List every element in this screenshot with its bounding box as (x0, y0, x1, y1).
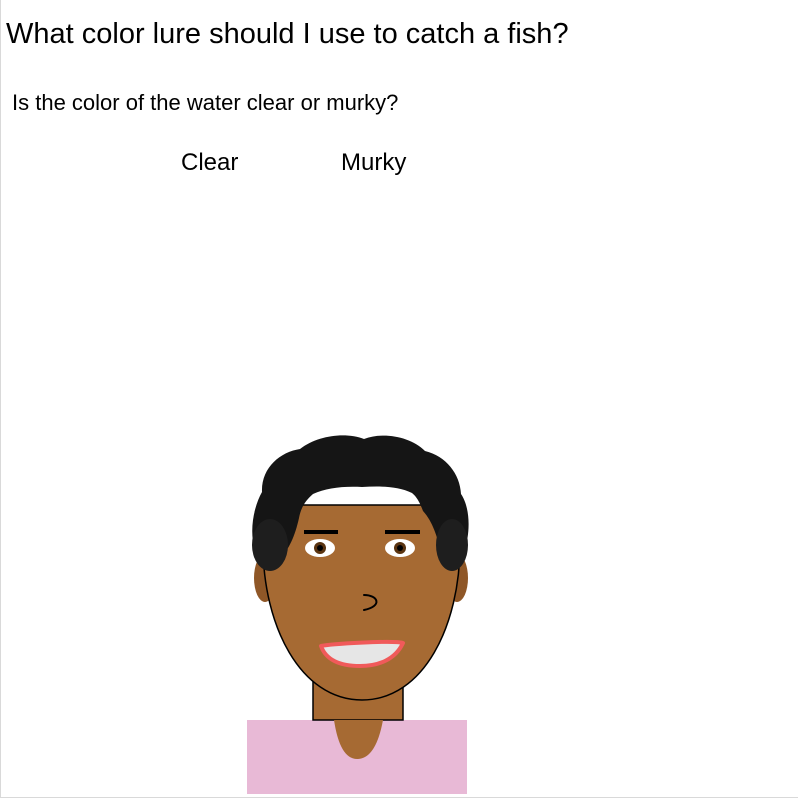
avatar-hair-left-curl (252, 519, 288, 571)
avatar-hair-right-curl (436, 519, 468, 571)
choice-murky-button[interactable]: Murky (341, 148, 406, 178)
choice-clear-button[interactable]: Clear (181, 148, 238, 178)
water-color-question: Is the color of the water clear or murky… (12, 90, 399, 115)
right-eyebrow-icon (385, 530, 420, 534)
page-title: What color lure should I use to catch a … (6, 18, 569, 50)
left-eyebrow-icon (304, 530, 338, 534)
avatar (247, 435, 469, 794)
